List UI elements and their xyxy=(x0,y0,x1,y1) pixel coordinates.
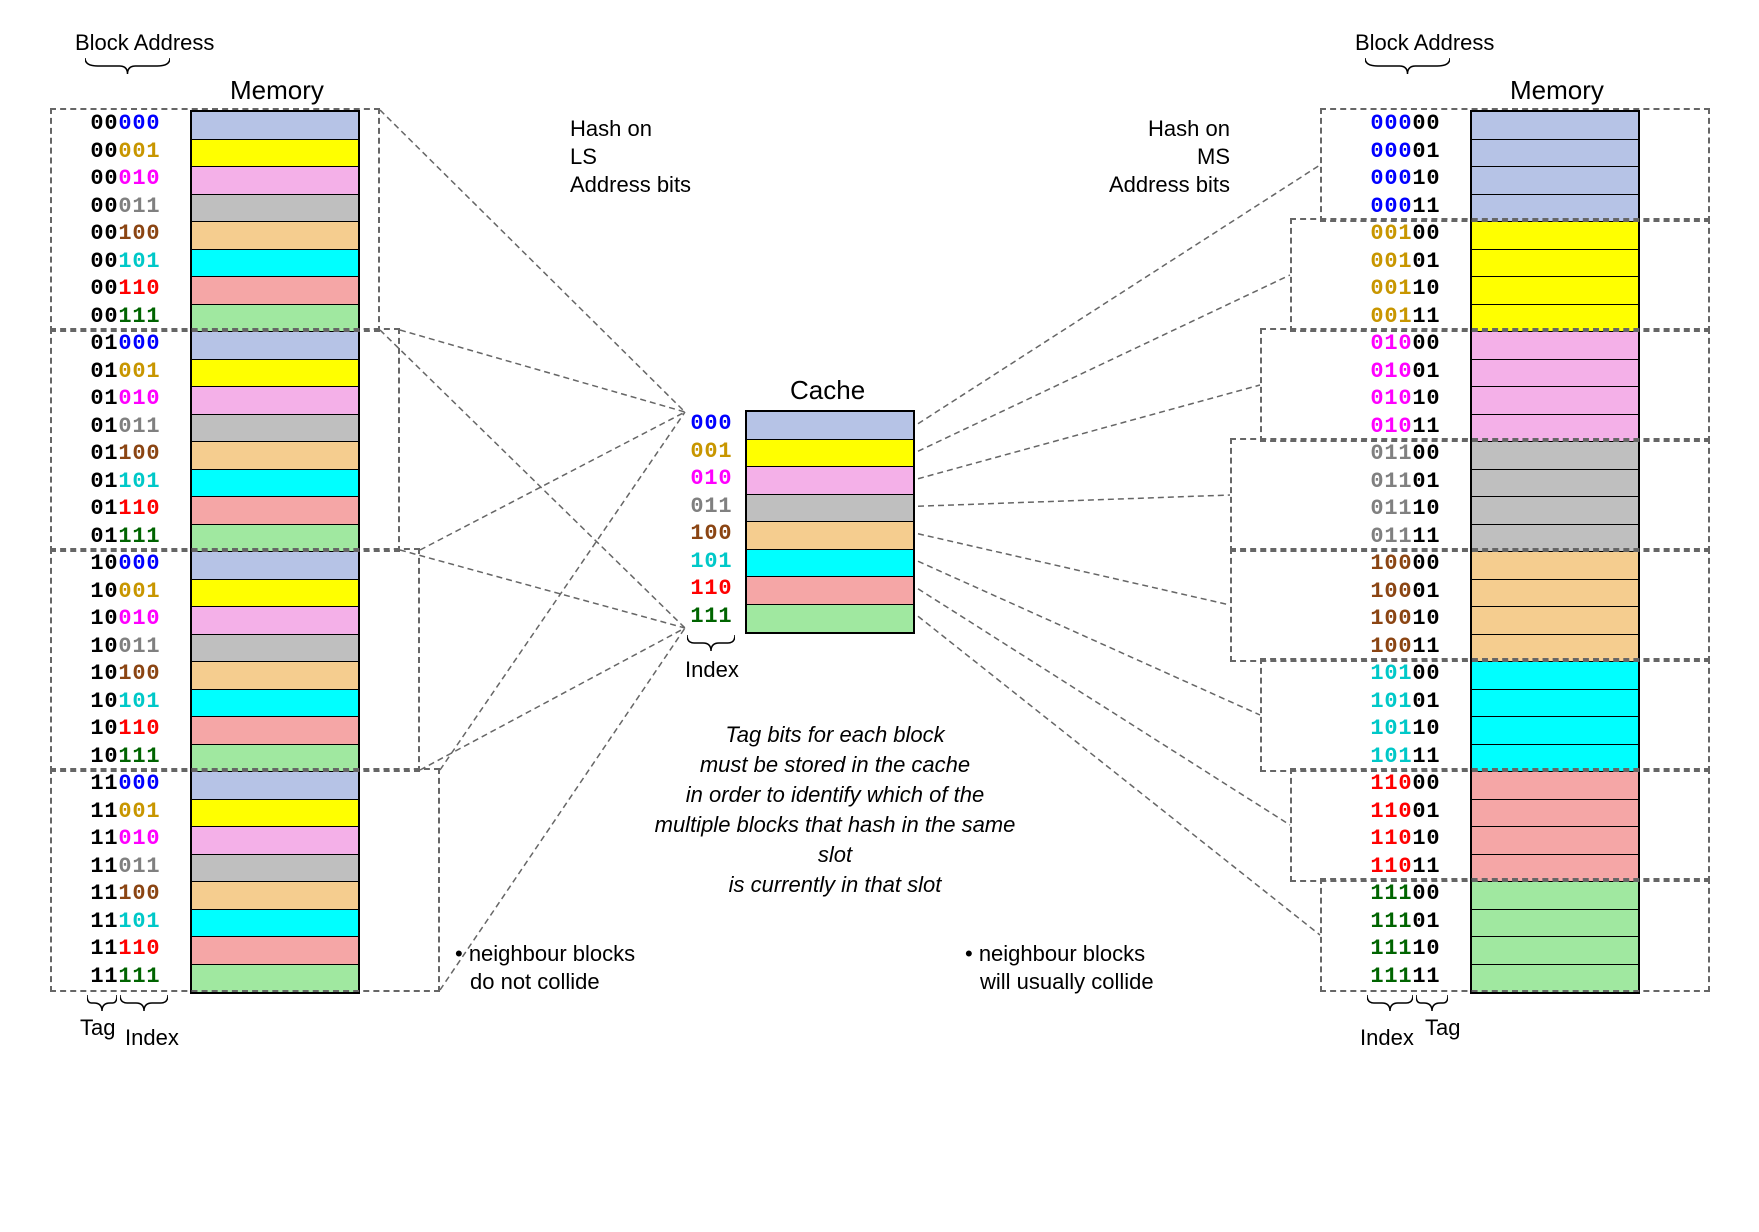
neighbour-no-collide-text: • neighbour blocksdo not collide xyxy=(455,940,635,996)
block-address-label-right: Block Address xyxy=(1355,30,1494,56)
tag-label-right: Tag xyxy=(1425,1015,1460,1041)
cache-column xyxy=(745,410,915,634)
cache-cell xyxy=(747,577,913,605)
right-group-box xyxy=(1230,548,1710,662)
cache-address-column: 000001010011100101110111 xyxy=(690,410,732,630)
cache-cell xyxy=(747,467,913,495)
right-group-box xyxy=(1260,328,1710,442)
memory-label-right: Memory xyxy=(1510,75,1604,106)
neighbour-collide-text: • neighbour blockswill usually collide xyxy=(965,940,1154,996)
cache-cell xyxy=(747,412,913,440)
tag-label-left: Tag xyxy=(80,1015,115,1041)
right-group-box xyxy=(1320,108,1710,222)
left-group-box xyxy=(50,328,400,552)
right-group-box xyxy=(1230,438,1710,552)
cache-cell xyxy=(747,495,913,523)
right-group-box xyxy=(1290,218,1710,332)
index-label-right: Index xyxy=(1360,1025,1414,1051)
cache-index-label: Index xyxy=(685,657,739,683)
cache-label: Cache xyxy=(790,375,865,406)
tag-bits-note: Tag bits for each blockmust be stored in… xyxy=(635,720,1035,900)
hash-ms-text: Hash onMSAddress bits xyxy=(1060,115,1230,199)
left-group-box xyxy=(50,108,380,332)
right-group-box xyxy=(1320,878,1710,992)
cache-cell xyxy=(747,440,913,468)
block-address-label-left: Block Address xyxy=(75,30,214,56)
cache-cell xyxy=(747,605,913,633)
cache-cell xyxy=(747,550,913,578)
memory-label-left: Memory xyxy=(230,75,324,106)
index-label-left: Index xyxy=(125,1025,179,1051)
cache-cell xyxy=(747,522,913,550)
left-group-box xyxy=(50,548,420,772)
right-group-box xyxy=(1290,768,1710,882)
right-group-box xyxy=(1260,658,1710,772)
left-group-box xyxy=(50,768,440,992)
hash-ls-text: Hash onLSAddress bits xyxy=(570,115,691,199)
